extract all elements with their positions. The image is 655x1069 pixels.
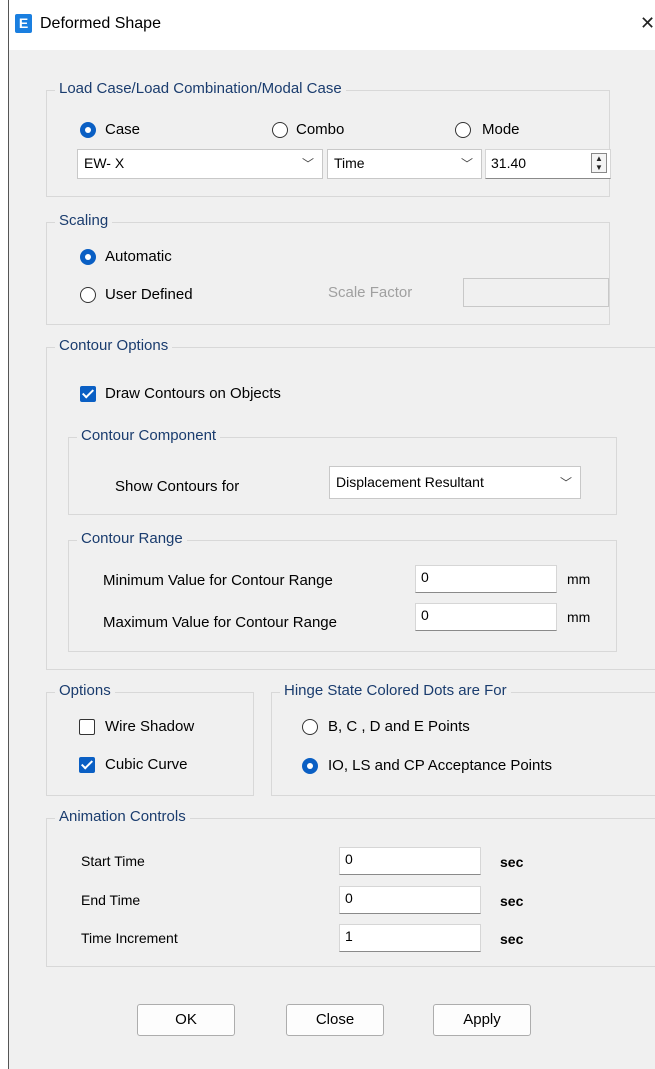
end-time-input[interactable]: 0 (339, 886, 481, 914)
options-legend: Options (55, 682, 115, 699)
ok-button[interactable]: OK (137, 1004, 235, 1036)
scale-factor-input[interactable] (463, 278, 609, 307)
show-contours-label: Show Contours for (115, 478, 240, 495)
user-defined-radio-label[interactable]: User Defined (105, 286, 193, 303)
time-spinner[interactable]: 31.40 ▲ ▼ (485, 149, 611, 179)
draw-contours-label[interactable]: Draw Contours on Objects (105, 385, 281, 402)
close-icon[interactable]: ✕ (640, 13, 655, 34)
min-contour-unit: mm (567, 571, 591, 587)
automatic-radio-label[interactable]: Automatic (105, 248, 172, 265)
cubic-curve-checkbox[interactable] (79, 757, 95, 773)
show-contours-value: Displacement Resultant (336, 474, 484, 490)
show-contours-dropdown[interactable]: Displacement Resultant ﹀ (329, 466, 581, 499)
min-contour-label: Minimum Value for Contour Range (103, 572, 333, 589)
max-contour-label: Maximum Value for Contour Range (103, 614, 337, 631)
contour-options-legend: Contour Options (55, 337, 173, 354)
options-group: Options Wire Shadow Cubic Curve (46, 682, 254, 796)
time-increment-input[interactable]: 1 (339, 924, 481, 952)
load-case-legend: Load Case/Load Combination/Modal Case (55, 80, 346, 97)
animation-controls-group: Animation Controls Start Time 0 sec End … (46, 808, 655, 967)
scaling-legend: Scaling (55, 212, 113, 229)
end-time-label: End Time (81, 892, 141, 908)
mode-radio-label[interactable]: Mode (482, 121, 520, 138)
draw-contours-checkbox[interactable] (80, 386, 96, 402)
case-dropdown[interactable]: EW- X ﹀ (77, 149, 323, 179)
hinge-state-legend: Hinge State Colored Dots are For (280, 682, 511, 699)
start-time-input[interactable]: 0 (339, 847, 481, 875)
contour-component-legend: Contour Component (77, 427, 221, 444)
close-button[interactable]: Close (286, 1004, 384, 1036)
max-contour-unit: mm (567, 609, 591, 625)
time-spinner-value: 31.40 (491, 155, 527, 171)
acceptance-points-label[interactable]: IO, LS and CP Acceptance Points (328, 757, 552, 774)
animation-controls-legend: Animation Controls (55, 808, 190, 825)
deformed-shape-dialog: E Deformed Shape ✕ Load Case/Load Combin… (8, 0, 655, 1069)
load-case-group: Load Case/Load Combination/Modal Case Ca… (46, 80, 611, 197)
window-title: Deformed Shape (40, 15, 161, 32)
bcde-points-label[interactable]: B, C , D and E Points (328, 718, 470, 735)
etabs-app-icon: E (15, 14, 32, 33)
bcde-points-radio[interactable] (302, 719, 318, 735)
wire-shadow-checkbox[interactable] (79, 719, 95, 735)
title-bar: E Deformed Shape ✕ (9, 0, 655, 50)
chevron-down-icon: ﹀ (559, 476, 572, 490)
type-dropdown-value: Time (334, 155, 365, 171)
contour-range-group: Contour Range Minimum Value for Contour … (68, 530, 617, 652)
spin-updown-icon[interactable]: ▲ ▼ (591, 153, 607, 173)
type-dropdown[interactable]: Time ﹀ (327, 149, 482, 179)
contour-range-legend: Contour Range (77, 530, 187, 547)
end-time-unit: sec (500, 893, 524, 909)
case-radio[interactable] (80, 122, 96, 138)
hinge-state-group: Hinge State Colored Dots are For B, C , … (271, 682, 655, 796)
start-time-label: Start Time (81, 853, 145, 869)
max-contour-input[interactable]: 0 (415, 603, 557, 631)
scaling-group: Scaling Automatic User Defined Scale Fac… (46, 212, 610, 325)
time-increment-label: Time Increment (81, 930, 178, 946)
start-time-unit: sec (500, 854, 524, 870)
cubic-curve-label[interactable]: Cubic Curve (105, 756, 188, 773)
mode-radio[interactable] (455, 122, 471, 138)
user-defined-radio[interactable] (80, 287, 96, 303)
scale-factor-label: Scale Factor (328, 284, 413, 301)
contour-options-group: Contour Options Draw Contours on Objects… (46, 337, 655, 670)
contour-component-group: Contour Component Show Contours for Disp… (68, 427, 617, 515)
time-increment-unit: sec (500, 931, 524, 947)
automatic-radio[interactable] (80, 249, 96, 265)
wire-shadow-label[interactable]: Wire Shadow (105, 718, 194, 735)
case-dropdown-value: EW- X (84, 155, 125, 171)
combo-radio[interactable] (272, 122, 288, 138)
apply-button[interactable]: Apply (433, 1004, 531, 1036)
chevron-down-icon: ﹀ (301, 157, 314, 171)
case-radio-label[interactable]: Case (105, 121, 140, 138)
acceptance-points-radio[interactable] (302, 758, 318, 774)
chevron-down-icon: ﹀ (460, 157, 473, 171)
min-contour-input[interactable]: 0 (415, 565, 557, 593)
combo-radio-label[interactable]: Combo (296, 121, 344, 138)
